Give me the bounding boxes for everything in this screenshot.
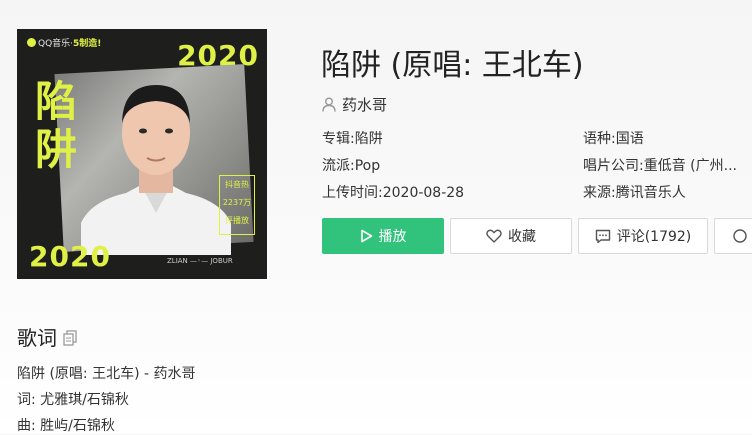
logo-text: QQ音乐 <box>38 39 71 49</box>
company-info: 唱片公司:重低音 (广州... <box>583 155 737 175</box>
genre-value: Pop <box>354 158 381 174</box>
comment-label: 评论(1792) <box>616 229 692 245</box>
cover-artist-mark: ZLIAN —◦— JOBUR <box>167 257 233 265</box>
comment-button[interactable]: 评论(1792) <box>578 218 708 254</box>
play-icon <box>360 229 372 243</box>
language-value: 国语 <box>615 131 644 147</box>
language-info: 语种:国语 <box>583 128 644 148</box>
genre-info: 流派:Pop <box>322 155 380 175</box>
cover-tag-box: 抖音热 2237万 评播放 <box>219 175 255 235</box>
source-value: 腾讯音乐人 <box>615 185 686 201</box>
singer-photo <box>81 85 231 255</box>
source-label: 来源: <box>583 185 616 201</box>
genre-label: 流派: <box>322 158 355 174</box>
more-icon <box>733 229 747 243</box>
language-label: 语种: <box>583 131 616 147</box>
cover-tag-line: 抖音热 <box>225 180 249 189</box>
upload-label: 上传时间: <box>322 185 383 201</box>
lyric-line: 词: 尤雅琪/石锦秋 <box>17 392 129 408</box>
cover-title-char-2: 阱 <box>35 125 78 174</box>
company-label: 唱片公司: <box>583 158 644 174</box>
singer-name: 药水哥 <box>342 96 388 114</box>
album-label: 专辑: <box>322 131 355 147</box>
song-title: 陷阱 (原唱: 王北车) <box>321 48 584 83</box>
album-info: 专辑:陷阱 <box>322 128 383 148</box>
favorite-label: 收藏 <box>508 229 536 245</box>
cover-tag-line: 评播放 <box>225 216 249 225</box>
logo-hot: 5制造! <box>73 39 102 49</box>
copy-icon[interactable] <box>63 327 77 351</box>
more-button[interactable] <box>714 218 752 254</box>
person-icon <box>322 97 336 112</box>
source-info: 来源:腾讯音乐人 <box>583 182 686 202</box>
company-value[interactable]: 重低音 (广州... <box>644 158 737 174</box>
comment-icon <box>595 229 610 243</box>
lyric-line: 曲: 胜屿/石锦秋 <box>17 418 115 434</box>
album-cover[interactable]: QQ音乐·5制造! 2020 陷 阱 抖音热 2237万 评播放 ZLIAN —… <box>17 29 267 279</box>
cover-title-char-1: 陷 <box>35 77 78 126</box>
upload-value: 2020-08-28 <box>382 185 465 201</box>
cover-tag-line: 2237万 <box>222 198 252 207</box>
play-button[interactable]: 播放 <box>322 218 444 254</box>
upload-info: 上传时间:2020-08-28 <box>322 182 464 202</box>
lyrics-heading: 歌词 <box>17 322 77 351</box>
play-label: 播放 <box>378 229 407 245</box>
cover-year-bottom: 2020 <box>29 240 111 273</box>
qq-music-logo: QQ音乐·5制造! <box>27 36 101 49</box>
heart-icon <box>486 229 502 243</box>
favorite-button[interactable]: 收藏 <box>450 218 572 254</box>
album-value[interactable]: 陷阱 <box>355 131 383 147</box>
lyric-line: 陷阱 (原唱: 王北车) - 药水哥 <box>17 366 196 382</box>
singer-link[interactable]: 药水哥 <box>322 94 387 115</box>
lyrics-heading-text: 歌词 <box>17 326 57 350</box>
qq-music-icon <box>27 38 36 47</box>
